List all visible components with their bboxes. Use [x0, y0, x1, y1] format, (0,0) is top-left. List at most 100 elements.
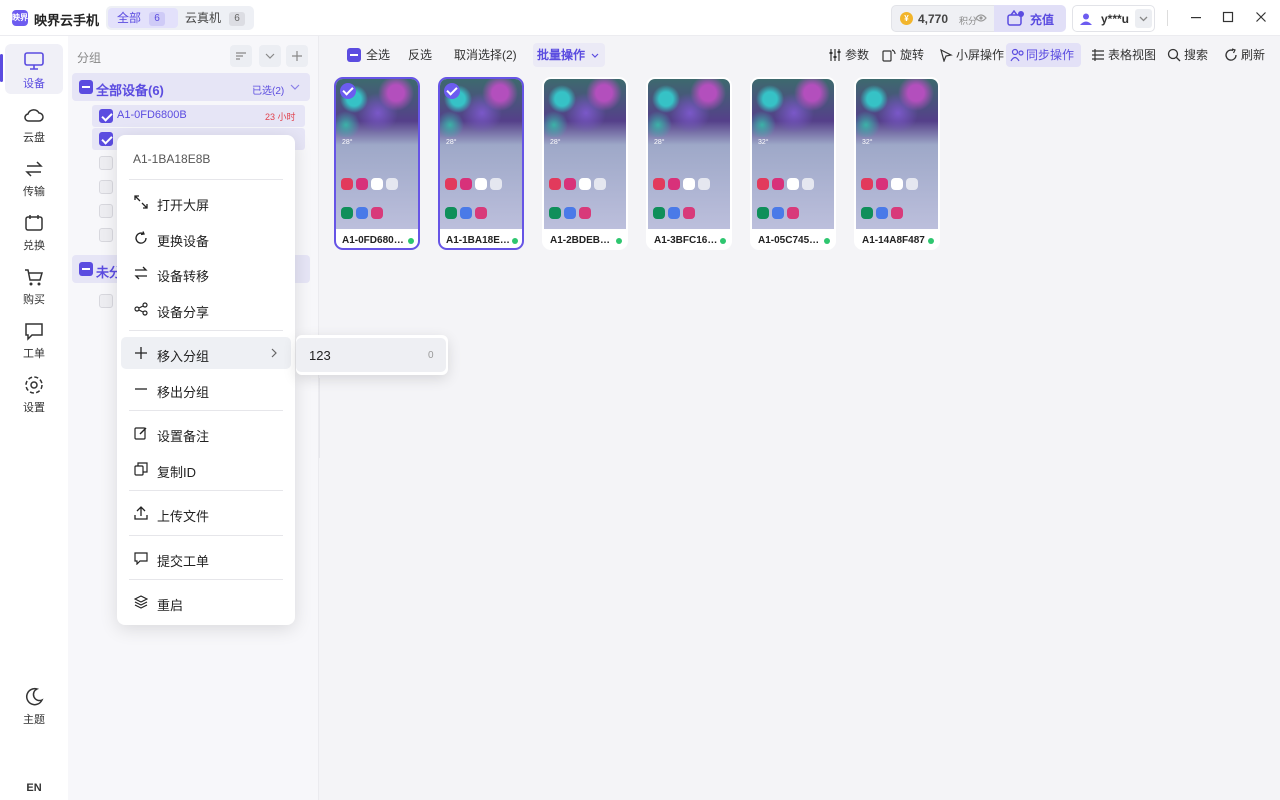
- cancel-selection-button[interactable]: 取消选择(2): [454, 43, 517, 67]
- menu-item-remove-from-group[interactable]: 移出分组: [121, 373, 291, 405]
- cloud-icon: [24, 109, 44, 122]
- menu-item-share-device[interactable]: 设备分享: [121, 293, 291, 325]
- recharge-icon: [1006, 10, 1024, 26]
- tab-all[interactable]: 全部 6: [108, 8, 178, 28]
- group-panel-title: 分组: [77, 51, 102, 65]
- nav-item-settings[interactable]: 设置: [5, 368, 63, 418]
- row-checkbox[interactable]: [99, 204, 113, 218]
- layers-icon: [134, 595, 148, 609]
- recharge-button[interactable]: 充值: [994, 5, 1066, 32]
- chevron-down-icon[interactable]: [1135, 9, 1152, 28]
- nav-item-devices[interactable]: 设备: [5, 44, 63, 94]
- close-icon[interactable]: [1255, 11, 1267, 23]
- small-screen-button[interactable]: 小屏操作: [937, 43, 1004, 67]
- points-value: 4,770: [918, 12, 949, 26]
- table-view-button[interactable]: 表格视图: [1090, 43, 1156, 67]
- select-all-button[interactable]: 全选: [347, 43, 390, 67]
- device-screen[interactable]: 28°: [648, 79, 730, 229]
- language-code[interactable]: EN: [0, 782, 68, 794]
- minimize-icon[interactable]: [1190, 11, 1202, 23]
- nav-item-theme[interactable]: 主题: [5, 680, 63, 730]
- moon-icon: [26, 687, 44, 706]
- params-button[interactable]: 参数: [826, 43, 869, 67]
- device-card[interactable]: 32° A1-14A8F487: [854, 77, 940, 250]
- menu-item-transfer-device[interactable]: 设备转移: [121, 257, 291, 289]
- group-count: 0: [428, 350, 434, 361]
- cursor-icon: [940, 48, 953, 62]
- share-icon: [134, 302, 148, 316]
- tab-count: 6: [229, 12, 246, 26]
- menu-item-submit-ticket[interactable]: 提交工单: [121, 542, 291, 574]
- nav-item-cloud-drive[interactable]: 云盘: [5, 98, 63, 148]
- partial-check-box[interactable]: [79, 262, 93, 276]
- avatar: [1079, 12, 1093, 26]
- eye-icon[interactable]: [975, 13, 987, 23]
- device-row[interactable]: A1-0FD6800B 23 小时: [92, 105, 305, 127]
- sync-operation-button[interactable]: 同步操作: [1006, 43, 1081, 67]
- weather-widget: 32°: [758, 139, 769, 146]
- tab-count: 6: [149, 12, 166, 26]
- user-menu[interactable]: y***u: [1072, 5, 1155, 32]
- weather-widget: 28°: [550, 139, 561, 146]
- rotate-icon: [882, 49, 896, 62]
- invert-selection-button[interactable]: 反选: [408, 43, 432, 67]
- batch-operations-dropdown[interactable]: 批量操作: [533, 43, 605, 67]
- row-checkbox[interactable]: [99, 156, 113, 170]
- selected-count: 已选(2): [252, 86, 285, 97]
- device-card[interactable]: 28° A1-3BFC16…: [646, 77, 732, 250]
- weather-widget: 28°: [446, 139, 457, 146]
- partial-check-box: [347, 48, 361, 62]
- menu-item-upload-file[interactable]: 上传文件: [121, 497, 291, 529]
- row-checkbox[interactable]: [99, 180, 113, 194]
- menu-item-open-fullscreen[interactable]: 打开大屏: [121, 186, 291, 218]
- maximize-icon[interactable]: [1222, 11, 1234, 23]
- refresh-icon: [1225, 48, 1237, 61]
- device-screen[interactable]: 32°: [856, 79, 938, 229]
- menu-item-copy-id[interactable]: 复制ID: [121, 453, 291, 485]
- chat-icon: [25, 323, 43, 341]
- nav-item-buy[interactable]: 购买: [5, 260, 63, 310]
- menu-item-set-note[interactable]: 设置备注: [121, 417, 291, 449]
- device-card[interactable]: 28° A1-1BA18E…: [438, 77, 524, 250]
- menu-item-restart[interactable]: 重启: [121, 586, 291, 618]
- device-card[interactable]: 28° A1-0FD680…: [334, 77, 420, 250]
- rotate-button[interactable]: 旋转: [881, 43, 924, 67]
- gear-icon: [25, 376, 43, 394]
- device-card[interactable]: 32° A1-05C745…: [750, 77, 836, 250]
- partial-check-box[interactable]: [79, 80, 93, 94]
- online-status-dot: [720, 238, 726, 244]
- row-checkbox[interactable]: [99, 132, 113, 146]
- menu-item-replace-device[interactable]: 更换设备: [121, 222, 291, 254]
- nav-item-transfer[interactable]: 传输: [5, 152, 63, 202]
- app-logo: 映界: [12, 10, 28, 26]
- device-screen[interactable]: 28°: [440, 79, 522, 229]
- device-card[interactable]: 28° A1-2BDEB…: [542, 77, 628, 250]
- menu-item-move-to-group[interactable]: 移入分组: [121, 337, 291, 369]
- row-checkbox[interactable]: [99, 228, 113, 242]
- device-screen[interactable]: 28°: [336, 79, 418, 229]
- swap-device-icon: [135, 231, 147, 244]
- collapse-all-button[interactable]: [259, 45, 281, 67]
- device-screen[interactable]: 32°: [752, 79, 834, 229]
- divider: [129, 490, 283, 491]
- refresh-button[interactable]: 刷新: [1222, 43, 1265, 67]
- submenu-item-group[interactable]: 123 0: [296, 338, 446, 372]
- tab-cloud-real-device[interactable]: 云真机 6: [176, 8, 252, 28]
- title-bar: 映界 映界云手机 全部 6 云真机 6 ¥ 4,770 积分 充值 y***u: [0, 0, 1280, 36]
- context-menu: A1-1BA18E8B 打开大屏 更换设备 设备转移 设备分享 移入分组 移出分…: [117, 135, 295, 625]
- active-indicator: [0, 54, 3, 82]
- row-checkbox[interactable]: [99, 109, 113, 123]
- add-group-button[interactable]: [286, 45, 308, 67]
- nav-item-tickets[interactable]: 工单: [5, 314, 63, 364]
- nav-item-redeem[interactable]: 兑换: [5, 206, 63, 256]
- row-checkbox[interactable]: [99, 294, 113, 308]
- search-button[interactable]: 搜索: [1166, 43, 1208, 67]
- sort-icon: [236, 52, 246, 60]
- online-status-dot: [512, 238, 518, 244]
- sort-button[interactable]: [230, 45, 252, 67]
- card-selected-check[interactable]: [444, 83, 460, 99]
- card-selected-check[interactable]: [340, 83, 356, 99]
- device-screen[interactable]: 28°: [544, 79, 626, 229]
- group-all-devices[interactable]: 全部设备(6) 已选(2): [72, 73, 310, 101]
- divider: [129, 330, 283, 331]
